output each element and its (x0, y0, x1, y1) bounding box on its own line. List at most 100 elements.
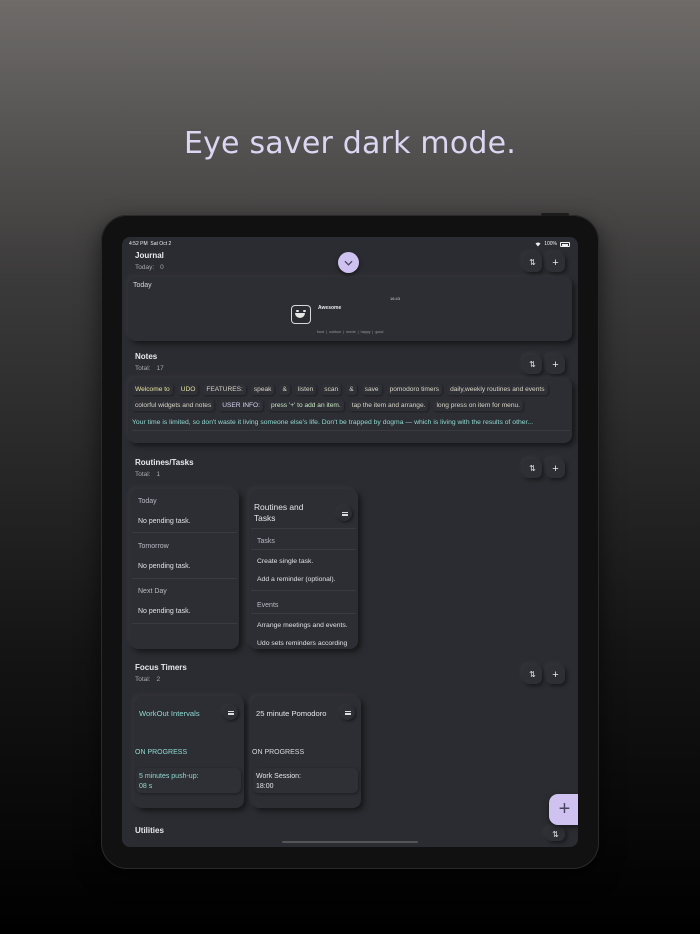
note-chip[interactable]: UDO (177, 384, 199, 395)
notes-row-1: Welcome to UDO FEATURES: speak & listen … (132, 384, 548, 395)
home-indicator[interactable] (282, 841, 418, 843)
timer-title: WorkOut Intervals (139, 709, 200, 718)
note-chip[interactable]: press '+' to add an item. (267, 400, 344, 411)
timer-status: ON PROGRESS (135, 749, 188, 756)
divider (251, 613, 356, 614)
status-right: 100% (535, 241, 570, 247)
day-label-tomorrow: Tomorrow (138, 543, 169, 550)
journal-sort-button[interactable]: ⇅ (523, 253, 542, 272)
collapse-button[interactable] (338, 252, 359, 273)
app-screen: 4:52 PM Sat Oct 2 100% Journal Today: 0 ⇅… (122, 237, 578, 847)
sort-icon: ⇅ (529, 670, 536, 679)
journal-card-heading: Today (133, 282, 152, 289)
divider (251, 590, 356, 591)
journal-tags: food | outdoor | movie | happy | good (317, 330, 384, 334)
day-text-today: No pending task. (138, 518, 191, 525)
awesome-face-icon (291, 305, 311, 324)
power-button (541, 213, 569, 216)
journal-mood: Awesome (318, 305, 342, 311)
divider (132, 430, 570, 431)
utilities-sort-button[interactable]: ⇅ (546, 827, 565, 841)
note-chip[interactable]: listen (294, 384, 317, 395)
add-fab-button[interactable]: + (549, 794, 578, 825)
event-item: Arrange meetings and events. (257, 622, 348, 629)
journal-add-button[interactable]: + (546, 253, 565, 272)
timer-menu-button[interactable] (223, 705, 238, 720)
sort-icon: ⇅ (529, 258, 536, 267)
focus-timers-subtitle: Total: 2 (135, 676, 161, 683)
routine-menu-button[interactable] (337, 506, 352, 521)
timer-session: 5 minutes push-up: 08 s (136, 768, 241, 793)
chevron-down-icon (344, 260, 353, 266)
menu-icon (341, 511, 348, 516)
day-text-tomorrow: No pending task. (138, 563, 191, 570)
note-chip[interactable]: & (346, 384, 357, 395)
routine-card[interactable]: Routines and Tasks Tasks Create single t… (249, 489, 358, 649)
timer-title: 25 minute Pomodoro (256, 709, 327, 718)
note-chip[interactable]: colorful widgets and notes (132, 400, 215, 411)
note-chip[interactable]: save (361, 384, 382, 395)
day-text-next-day: No pending task. (138, 608, 191, 615)
plus-icon: + (552, 256, 559, 269)
timer-menu-button[interactable] (340, 705, 355, 720)
divider (132, 623, 237, 624)
menu-icon (344, 710, 351, 715)
journal-card[interactable]: Today 16:43 Awesome food | outdoor | mov… (128, 277, 572, 341)
notes-add-button[interactable]: + (546, 355, 565, 374)
routine-card-title: Routines and Tasks (254, 502, 304, 523)
day-label-today: Today (138, 498, 157, 505)
note-chip[interactable]: long press on item for menu. (433, 400, 524, 411)
divider (132, 578, 237, 579)
note-chip[interactable]: pomodoro timers (386, 384, 443, 395)
sort-icon: ⇅ (529, 360, 536, 369)
note-chip[interactable]: tap the item and arrange. (348, 400, 429, 411)
task-item: Create single task. (257, 558, 314, 565)
days-card[interactable]: Today No pending task. Tomorrow No pendi… (130, 489, 239, 649)
notes-card[interactable]: Welcome to UDO FEATURES: speak & listen … (128, 378, 572, 443)
notes-sort-button[interactable]: ⇅ (523, 355, 542, 374)
note-chip[interactable]: scan (321, 384, 342, 395)
notes-subtitle: Total: 17 (135, 365, 164, 372)
timer-status: ON PROGRESS (252, 749, 305, 756)
timer-card[interactable]: 25 minute Pomodoro ON PROGRESS Work Sess… (251, 696, 361, 808)
note-chip[interactable]: FEATURES: (203, 384, 246, 395)
notes-title: Notes (135, 352, 158, 361)
routines-title: Routines/Tasks (135, 458, 194, 467)
note-quote[interactable]: Your time is limited, so don't waste it … (132, 419, 570, 426)
note-chip[interactable]: daily,weekly routines and events (447, 384, 548, 395)
divider (251, 528, 356, 529)
status-bar: 4:52 PM Sat Oct 2 100% (122, 237, 578, 249)
sort-icon: ⇅ (529, 464, 536, 473)
journal-time: 16:43 (390, 296, 401, 301)
timers-add-button[interactable]: + (546, 665, 565, 684)
divider (132, 532, 237, 533)
timer-session: Work Session: 18:00 (253, 768, 358, 793)
timer-card[interactable]: WorkOut Intervals ON PROGRESS 5 minutes … (134, 696, 244, 808)
day-label-next-day: Next Day (138, 588, 167, 595)
battery-percent: 100% (544, 241, 557, 247)
battery-icon (560, 241, 570, 247)
utilities-title: Utilities (135, 826, 164, 835)
wifi-icon (535, 242, 541, 246)
routines-sort-button[interactable]: ⇅ (523, 459, 542, 478)
headline: Eye saver dark mode. (183, 126, 517, 161)
divider (251, 549, 356, 550)
note-chip[interactable]: USER INFO: (219, 400, 263, 411)
plus-icon: + (552, 668, 559, 681)
note-chip[interactable]: & (279, 384, 290, 395)
task-item: Add a reminder (optional). (257, 576, 336, 583)
event-item: Udo sets reminders according (257, 640, 348, 647)
plus-icon: + (552, 462, 559, 475)
note-chip[interactable]: speak (250, 384, 275, 395)
focus-timers-title: Focus Timers (135, 663, 187, 672)
note-chip[interactable]: Welcome to (132, 384, 173, 395)
journal-title: Journal (135, 251, 164, 260)
routines-add-button[interactable]: + (546, 459, 565, 478)
status-time: 4:52 PM Sat Oct 2 (129, 241, 172, 247)
tasks-label: Tasks (257, 538, 275, 545)
routines-subtitle: Total: 1 (135, 471, 161, 478)
notes-row-2: colorful widgets and notes USER INFO: pr… (132, 400, 524, 411)
timers-sort-button[interactable]: ⇅ (523, 665, 542, 684)
events-label: Events (257, 602, 279, 609)
sort-icon: ⇅ (552, 829, 559, 839)
